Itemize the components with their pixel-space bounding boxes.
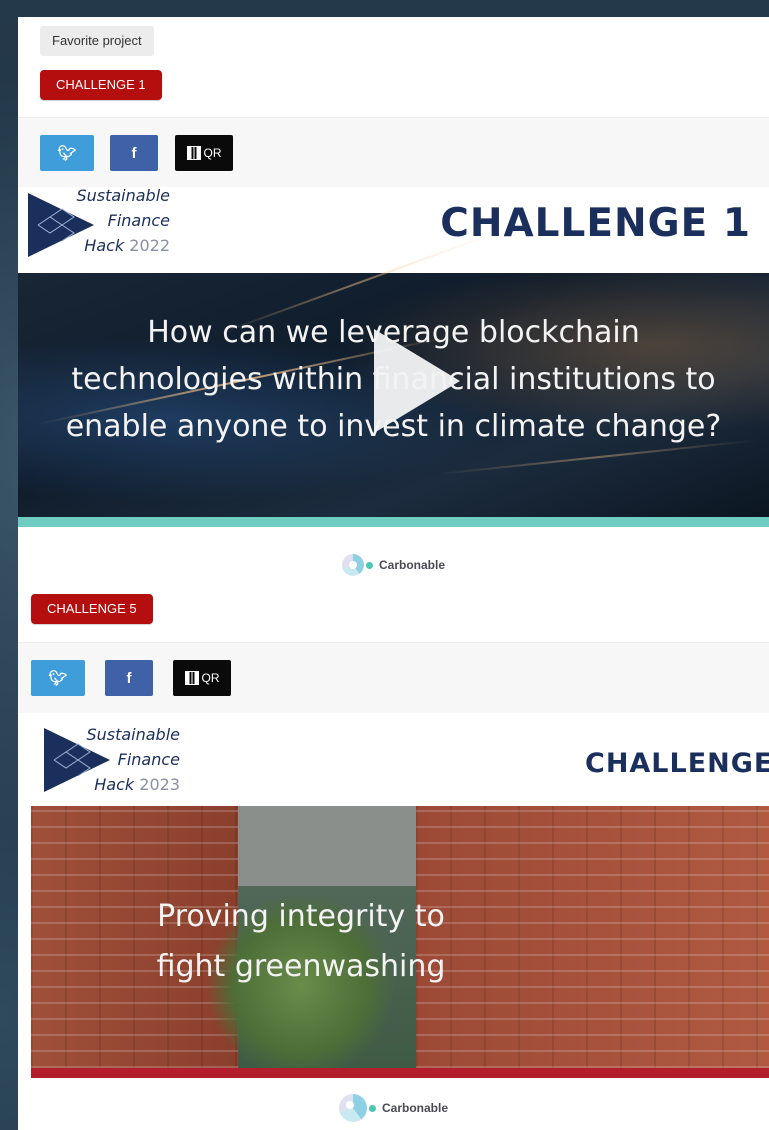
banner-accent-bar [18,517,769,527]
logo-line-3: Hack 2023 [94,775,180,794]
challenge-1-banner[interactable]: Sustainable Finance Hack 2022 CHALLENGE … [18,187,769,585]
project-card-1: Favorite project CHALLENGE 1 🐦︎ f QR Sus… [18,17,769,585]
twitter-share-button[interactable]: 🐦︎ [40,135,94,171]
sponsor-name: Carbonable [378,558,445,572]
caption-line-2: technologies within financial institutio… [71,362,716,397]
logo-line-1: Sustainable [86,725,180,744]
facebook-share-button[interactable]: f [110,135,158,171]
sponsor-logo: Carbonable [18,1094,769,1122]
logo-year: 2022 [129,236,170,255]
logo-line-2: Finance [107,211,170,230]
caption-line-1: Proving integrity to [157,899,445,934]
challenge-1-tag[interactable]: CHALLENGE 1 [40,70,162,100]
banner-challenge-title: CHALLENGE 1 [440,201,751,246]
logo-line-3: Hack 2022 [84,236,170,255]
sponsor-logo: Carbonable [18,553,769,577]
facebook-share-button[interactable]: f [105,660,153,696]
challenge-5-question: Proving integrity to fight greenwashing [18,892,671,992]
event-logo-text: Sustainable Finance Hack 2022 [70,187,170,258]
challenge-5-image[interactable]: Proving integrity to fight greenwashing [31,806,769,1076]
challenge-1-question: How can we leverage blockchain technolog… [18,309,769,450]
facebook-icon: f [126,669,132,687]
carbonable-logo-icon [338,1094,367,1122]
challenge-1-video-thumbnail[interactable]: How can we leverage blockchain technolog… [18,230,769,517]
project-card-2: CHALLENGE 5 🐦︎ f QR Sustainable Finance … [18,585,769,1130]
banner-header: Sustainable Finance Hack 2023 CHALLENGE [18,714,769,806]
qr-share-button[interactable]: QR [173,660,231,696]
caption-line-2: fight greenwashing [156,949,446,984]
facebook-icon: f [131,144,137,162]
banner-challenge-title: CHALLENGE [585,748,769,779]
banner-accent-bar [31,1068,769,1078]
logo-dot [368,1104,376,1112]
logo-line-1: Sustainable [76,187,170,205]
qr-code-icon [186,146,201,160]
logo-dot [365,561,373,569]
share-bar-1: 🐦︎ f QR [18,117,769,188]
favorite-project-tag[interactable]: Favorite project [40,26,154,56]
qr-label: QR [203,146,222,160]
twitter-share-button[interactable]: 🐦︎ [31,660,85,696]
background-building [238,806,416,886]
event-logo-text: Sustainable Finance Hack 2023 [80,722,180,797]
share-bar-2: 🐦︎ f QR [18,642,769,713]
challenge-5-banner[interactable]: Sustainable Finance Hack 2023 CHALLENGE … [18,714,769,1130]
carbonable-logo-icon [341,554,364,576]
logo-year: 2023 [139,775,180,794]
caption-line-1: How can we leverage blockchain [147,315,640,350]
twitter-icon: 🐦︎ [48,670,68,687]
qr-share-button[interactable]: QR [175,135,233,171]
twitter-icon: 🐦︎ [57,145,77,162]
sponsor-name: Carbonable [381,1101,448,1115]
qr-code-icon [184,671,199,685]
logo-line-2: Finance [117,750,180,769]
caption-line-3: enable anyone to invest in climate chang… [65,409,722,444]
challenge-5-tag[interactable]: CHALLENGE 5 [31,594,153,624]
qr-label: QR [201,671,220,685]
banner-header: Sustainable Finance Hack 2022 CHALLENGE … [18,187,769,273]
